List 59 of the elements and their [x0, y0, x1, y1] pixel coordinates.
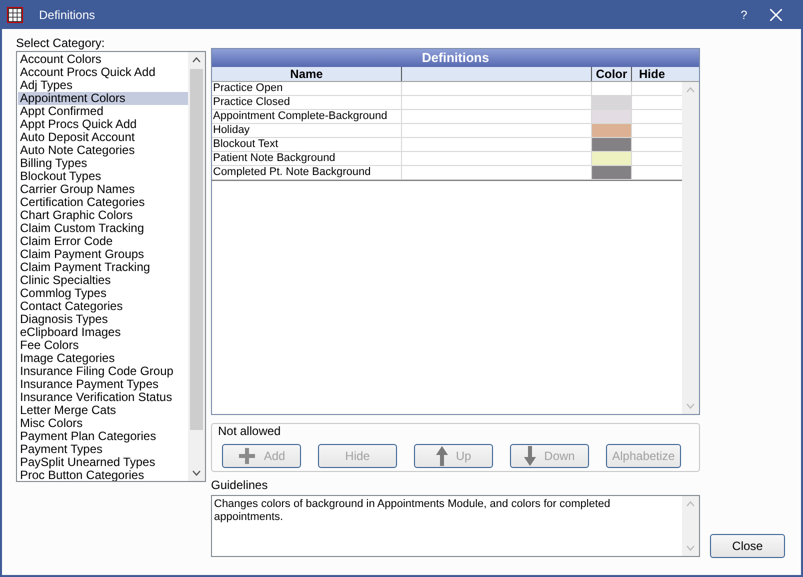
category-item[interactable]: Carrier Group Names: [18, 183, 188, 196]
scroll-up-icon[interactable]: [192, 57, 201, 63]
category-item[interactable]: Auto Deposit Account: [18, 131, 188, 144]
grid-title: Definitions: [212, 49, 699, 67]
category-item[interactable]: PaySplit Unearned Types: [18, 456, 188, 469]
category-item[interactable]: Account Procs Quick Add: [18, 66, 188, 79]
close-button[interactable]: Close: [710, 534, 785, 558]
help-button[interactable]: ?: [732, 6, 756, 24]
category-item[interactable]: Claim Payment Tracking: [18, 261, 188, 274]
name-cell[interactable]: Practice Open: [212, 82, 402, 95]
category-item[interactable]: Claim Payment Groups: [18, 248, 188, 261]
category-item[interactable]: Commlog Types: [18, 287, 188, 300]
category-item[interactable]: Payment Plan Categories: [18, 430, 188, 443]
name-cell[interactable]: Completed Pt. Note Background: [212, 166, 402, 179]
category-label: Select Category:: [16, 37, 106, 50]
category-item[interactable]: Letter Merge Cats: [18, 404, 188, 417]
category-item[interactable]: Adj Types: [18, 79, 188, 92]
category-item[interactable]: eClipboard Images: [18, 326, 188, 339]
category-scrollbar[interactable]: [188, 52, 205, 481]
category-item[interactable]: Claim Error Code: [18, 235, 188, 248]
close-icon: [770, 8, 782, 20]
category-item[interactable]: Billing Types: [18, 157, 188, 170]
category-item[interactable]: Auto Note Categories: [18, 144, 188, 157]
category-item[interactable]: Insurance Verification Status: [18, 391, 188, 404]
name-cell[interactable]: Practice Closed: [212, 96, 402, 109]
category-item[interactable]: Misc Colors: [18, 417, 188, 430]
grid-icon: [7, 6, 23, 22]
group-label: Not allowed: [217, 425, 282, 438]
scroll-down-icon[interactable]: [192, 470, 201, 476]
guidelines-text: Changes colors of background in Appointments Module, and colors for completed appointments.: [213, 497, 612, 525]
scroll-thumb[interactable]: [190, 69, 203, 430]
window-title: Definitions: [39, 6, 96, 24]
category-item[interactable]: Claim Custom Tracking: [18, 222, 188, 235]
category-item[interactable]: Image Categories: [18, 352, 188, 365]
plus-icon: [238, 447, 256, 465]
name-cell[interactable]: Patient Note Background: [212, 152, 402, 165]
name-cell[interactable]: Holiday: [212, 124, 402, 137]
column-header[interactable]: Color: [592, 67, 632, 81]
category-item[interactable]: Diagnosis Types: [18, 313, 188, 326]
down-arrow-icon: [524, 446, 536, 466]
guidelines-label: Guidelines: [211, 479, 269, 492]
category-item[interactable]: Fee Colors: [18, 339, 188, 352]
category-item[interactable]: Insurance Filing Code Group: [18, 365, 188, 378]
column-header[interactable]: Hide: [632, 67, 672, 81]
category-item[interactable]: Insurance Payment Types: [18, 378, 188, 391]
category-item[interactable]: Blockout Types: [18, 170, 188, 183]
up-arrow-icon: [436, 446, 448, 466]
category-item[interactable]: Appt Procs Quick Add: [18, 118, 188, 131]
column-header[interactable]: Name: [212, 67, 402, 81]
category-item[interactable]: Account Colors: [18, 53, 188, 66]
category-item[interactable]: Appt Confirmed: [18, 105, 188, 118]
name-cell[interactable]: Appointment Complete-Background: [212, 110, 402, 123]
category-item[interactable]: Payment Types: [18, 443, 188, 456]
category-item[interactable]: Chart Graphic Colors: [18, 209, 188, 222]
category-item[interactable]: Certification Categories: [18, 196, 188, 209]
category-item[interactable]: Appointment Colors: [18, 92, 188, 105]
category-item[interactable]: Contact Categories: [18, 300, 188, 313]
category-item[interactable]: Clinic Specialties: [18, 274, 188, 287]
name-cell[interactable]: Blockout Text: [212, 138, 402, 151]
